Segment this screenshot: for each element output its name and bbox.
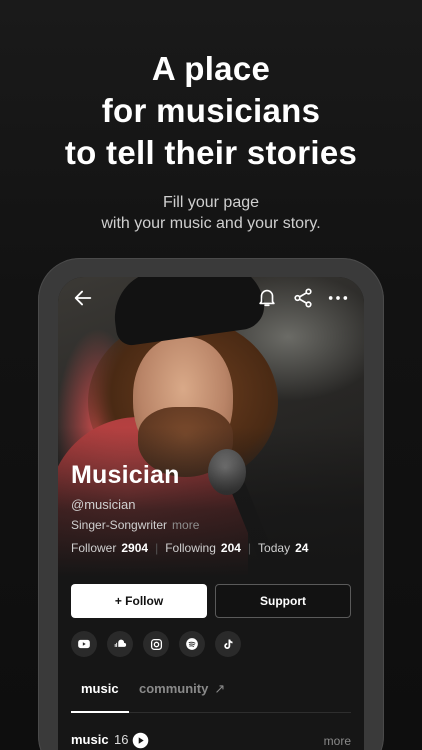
bell-icon[interactable] bbox=[256, 286, 278, 308]
profile-stats: Follower 2904 | Following 204 | Today 24 bbox=[71, 541, 308, 555]
support-button[interactable]: Support bbox=[215, 584, 351, 618]
phone-screen: Musician @musician Singer-Songwriter more… bbox=[58, 277, 364, 750]
youtube-icon[interactable] bbox=[71, 631, 97, 657]
external-link-icon: ↗ bbox=[214, 681, 226, 696]
follow-button[interactable]: + Follow bbox=[71, 584, 207, 618]
profile-hero-photo bbox=[58, 277, 364, 577]
stats-divider: | bbox=[155, 541, 159, 555]
profile-handle: @musician bbox=[71, 497, 136, 512]
role-more-link[interactable]: more bbox=[172, 518, 199, 532]
spotify-icon[interactable] bbox=[179, 631, 205, 657]
section-more-link[interactable]: more bbox=[324, 734, 351, 748]
headline: A place for musicians to tell their stor… bbox=[0, 48, 422, 174]
profile-top-bar bbox=[58, 277, 364, 321]
profile-role: Singer-Songwriter more bbox=[71, 518, 199, 532]
section-title: music bbox=[71, 732, 109, 747]
today-count: 24 bbox=[295, 541, 309, 555]
headline-line-1: A place bbox=[151, 50, 271, 87]
active-tab-indicator bbox=[71, 711, 129, 713]
profile-name: Musician bbox=[71, 461, 180, 489]
back-arrow-icon[interactable] bbox=[72, 287, 94, 309]
section-count: 16 bbox=[114, 732, 129, 747]
soundcloud-icon[interactable] bbox=[107, 631, 133, 657]
subline-line-2: with your music and your story. bbox=[101, 215, 321, 232]
more-options-icon[interactable] bbox=[326, 287, 350, 309]
app-store-screenshot: A place for musicians to tell their stor… bbox=[0, 0, 422, 750]
share-icon[interactable] bbox=[292, 287, 314, 309]
tab-music[interactable]: music bbox=[81, 681, 119, 696]
following-count: 204 bbox=[220, 541, 241, 555]
follower-count: 2904 bbox=[121, 541, 149, 555]
stats-divider: | bbox=[247, 541, 252, 555]
tab-community[interactable]: community ↗ bbox=[139, 681, 225, 697]
headline-line-2: for musicians bbox=[101, 92, 321, 129]
subline: Fill your page with your music and your … bbox=[0, 192, 422, 234]
follower-label[interactable]: Follower bbox=[71, 541, 116, 555]
instagram-icon[interactable] bbox=[143, 631, 169, 657]
play-icon[interactable] bbox=[132, 732, 149, 749]
headline-line-3: to tell their stories bbox=[64, 134, 358, 171]
music-section-header: music 16 more bbox=[71, 732, 351, 750]
tab-community-label: community bbox=[139, 681, 209, 696]
profile-role-text: Singer-Songwriter bbox=[71, 518, 168, 532]
subline-line-1: Fill your page bbox=[162, 194, 260, 211]
today-label: Today bbox=[258, 541, 291, 555]
tiktok-icon[interactable] bbox=[215, 631, 241, 657]
profile-tabs: music community ↗ bbox=[58, 677, 364, 713]
following-label[interactable]: Following bbox=[165, 541, 216, 555]
